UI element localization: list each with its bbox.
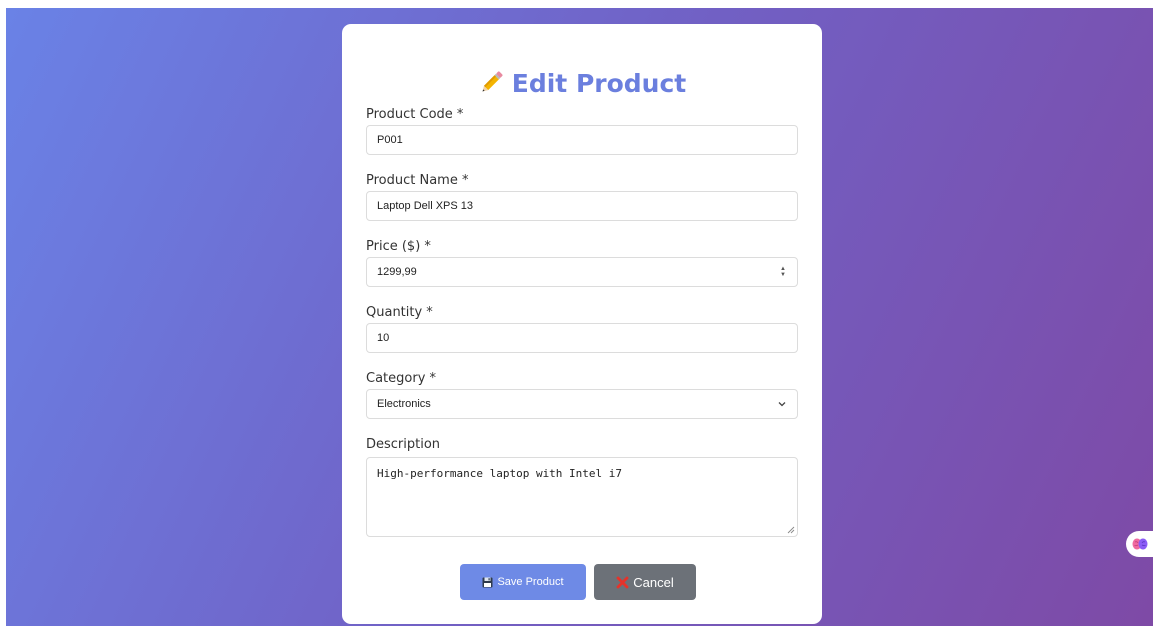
floppy-disk-icon xyxy=(482,577,493,587)
cancel-button-label: Cancel xyxy=(633,574,674,590)
category-select[interactable]: Electronics xyxy=(366,389,798,419)
brain-icon xyxy=(1132,538,1147,550)
description-textarea[interactable]: High-performance laptop with Intel i7 xyxy=(366,457,798,537)
quantity-label: Quantity * xyxy=(366,305,433,320)
quantity-input[interactable]: 10 xyxy=(366,323,798,353)
chevron-down-icon xyxy=(778,402,786,407)
product-name-label: Product Name * xyxy=(366,173,469,188)
price-input[interactable]: 1299,99 ▲ ▼ xyxy=(366,257,798,287)
price-label: Price ($) * xyxy=(366,239,431,254)
category-value: Electronics xyxy=(377,398,431,410)
pencil-icon xyxy=(482,71,503,92)
price-value: 1299,99 xyxy=(377,266,417,278)
product-code-input[interactable]: P001 xyxy=(366,125,798,155)
product-code-value: P001 xyxy=(377,134,403,146)
product-name-value: Laptop Dell XPS 13 xyxy=(377,200,474,212)
edit-product-card: Edit Product Product Code * P001 Product… xyxy=(342,24,822,624)
save-product-button[interactable]: Save Product xyxy=(460,564,586,600)
category-label: Category * xyxy=(366,371,437,386)
cross-mark-icon xyxy=(616,576,629,588)
number-spinner-icon[interactable]: ▲ ▼ xyxy=(779,266,787,278)
save-button-label: Save Product xyxy=(497,576,564,588)
product-name-input[interactable]: Laptop Dell XPS 13 xyxy=(366,191,798,221)
description-value: High-performance laptop with Intel i7 xyxy=(377,467,623,480)
cancel-button[interactable]: Cancel xyxy=(594,564,696,600)
description-label: Description xyxy=(366,437,441,452)
floating-assistant-button[interactable] xyxy=(1126,531,1153,557)
form-header: Edit Product xyxy=(342,70,822,96)
page-title: Edit Product xyxy=(511,68,687,98)
product-code-label: Product Code * xyxy=(366,107,464,122)
resize-handle-icon[interactable] xyxy=(787,526,795,534)
quantity-value: 10 xyxy=(377,332,390,344)
